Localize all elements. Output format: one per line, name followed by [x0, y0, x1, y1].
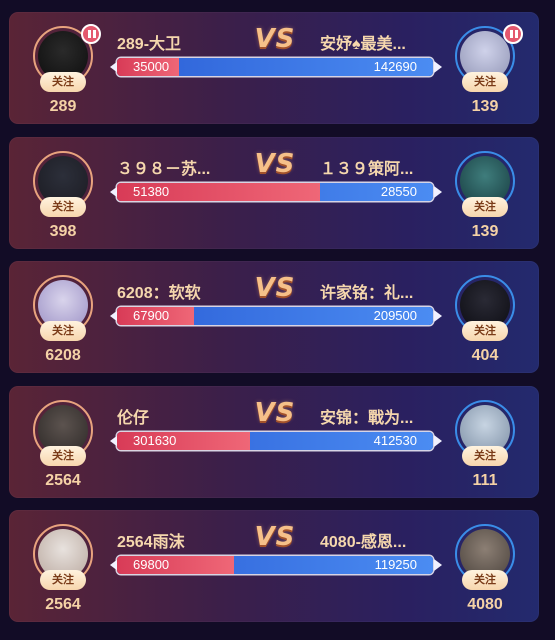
left-streamer-name: 289-大卫 — [117, 36, 182, 53]
bar-right-arrow-icon — [434, 61, 442, 73]
right-follow-button[interactable]: 关注 — [462, 72, 508, 92]
right-streamer: 关注 111 — [453, 400, 517, 489]
right-streamer: 关注 4080 — [453, 524, 517, 613]
score-progress-bar: 301630 412530 — [117, 432, 433, 450]
left-team-value: 69800 — [133, 557, 170, 572]
right-streamer-name: 许家铭：礼... — [320, 285, 414, 302]
right-team-value: 28550 — [380, 184, 417, 199]
bar-right-arrow-icon — [434, 310, 442, 322]
right-score: 4080 — [467, 596, 503, 613]
left-team-value: 301630 — [133, 433, 177, 448]
right-follow-button[interactable]: 关注 — [462, 321, 508, 341]
left-streamer: 关注 6208 — [31, 275, 95, 364]
right-streamer-name: 4080-感恩... — [320, 534, 407, 551]
bar-right-arrow-icon — [434, 186, 442, 198]
right-streamer-name: 安锦：戰为... — [320, 410, 414, 427]
left-score: 289 — [49, 98, 77, 115]
left-follow-button[interactable]: 关注 — [40, 570, 86, 590]
vs-label: VS — [254, 398, 296, 428]
right-streamer: 关注 404 — [453, 275, 517, 364]
left-follow-button[interactable]: 关注 — [40, 72, 86, 92]
right-follow-button[interactable]: 关注 — [462, 570, 508, 590]
left-streamer-name: 2564雨沫 — [117, 534, 185, 551]
left-score: 6208 — [45, 347, 81, 364]
left-team-value: 35000 — [133, 59, 170, 74]
right-score: 111 — [472, 472, 498, 489]
score-progress-bar: 69800 119250 — [117, 556, 433, 574]
right-follow-button[interactable]: 关注 — [462, 446, 508, 466]
left-team-value: 67900 — [133, 308, 170, 323]
right-score: 139 — [471, 98, 499, 115]
right-score: 139 — [471, 223, 499, 240]
left-team-value: 51380 — [133, 184, 170, 199]
score-progress-bar: 51380 28550 — [117, 183, 433, 201]
left-streamer-name: ３９８－苏... — [117, 161, 211, 178]
right-follow-button[interactable]: 关注 — [462, 197, 508, 217]
pause-icon[interactable] — [81, 24, 101, 44]
left-follow-button[interactable]: 关注 — [40, 446, 86, 466]
right-team-value: 119250 — [374, 557, 417, 572]
right-streamer: 关注 139 — [453, 151, 517, 240]
left-streamer-name: 6208：软软 — [117, 285, 201, 302]
pause-icon[interactable] — [503, 24, 523, 44]
right-streamer-name: 安妤♠最美... — [320, 36, 406, 53]
vs-label: VS — [254, 24, 296, 54]
left-streamer: 关注 398 — [31, 151, 95, 240]
battle-card: 关注 6208 关注 404 6208：软软 VS 许家铭：礼... 67900 20… — [9, 261, 539, 373]
vs-label: VS — [254, 273, 296, 303]
left-score: 2564 — [45, 596, 81, 613]
bar-right-arrow-icon — [434, 435, 442, 447]
left-score: 398 — [49, 223, 77, 240]
right-streamer-name: １３９策阿... — [320, 161, 414, 178]
left-score: 2564 — [45, 472, 81, 489]
battle-card: 关注 398 关注 139 ３９８－苏... VS １３９策阿... 51380 28… — [9, 137, 539, 249]
left-follow-button[interactable]: 关注 — [40, 197, 86, 217]
battle-card: 关注 2564 关注 4080 2564雨沫 VS 4080-感恩... 69800 … — [9, 510, 539, 622]
right-team-value: 209500 — [373, 308, 417, 323]
right-team-value: 142690 — [373, 59, 417, 74]
bar-right-arrow-icon — [434, 559, 442, 571]
right-streamer: 关注 139 — [453, 24, 523, 115]
pk-battle-list: 关注 289 关注 139 289-大卫 VS 安妤♠最美... 35000 1426… — [0, 0, 555, 640]
left-streamer-name: 伦仔 — [117, 410, 150, 427]
left-streamer: 关注 2564 — [31, 524, 95, 613]
score-progress-bar: 67900 209500 — [117, 307, 433, 325]
left-streamer: 关注 2564 — [31, 400, 95, 489]
right-score: 404 — [471, 347, 499, 364]
score-progress-bar: 35000 142690 — [117, 58, 433, 76]
vs-label: VS — [254, 522, 296, 552]
right-team-value: 412530 — [373, 433, 417, 448]
vs-label: VS — [254, 149, 296, 179]
battle-card: 关注 2564 关注 111 伦仔 VS 安锦：戰为... 301630 412530 — [9, 386, 539, 498]
left-streamer: 关注 289 — [31, 24, 101, 115]
battle-card: 关注 289 关注 139 289-大卫 VS 安妤♠最美... 35000 1426… — [9, 12, 539, 124]
left-follow-button[interactable]: 关注 — [40, 321, 86, 341]
